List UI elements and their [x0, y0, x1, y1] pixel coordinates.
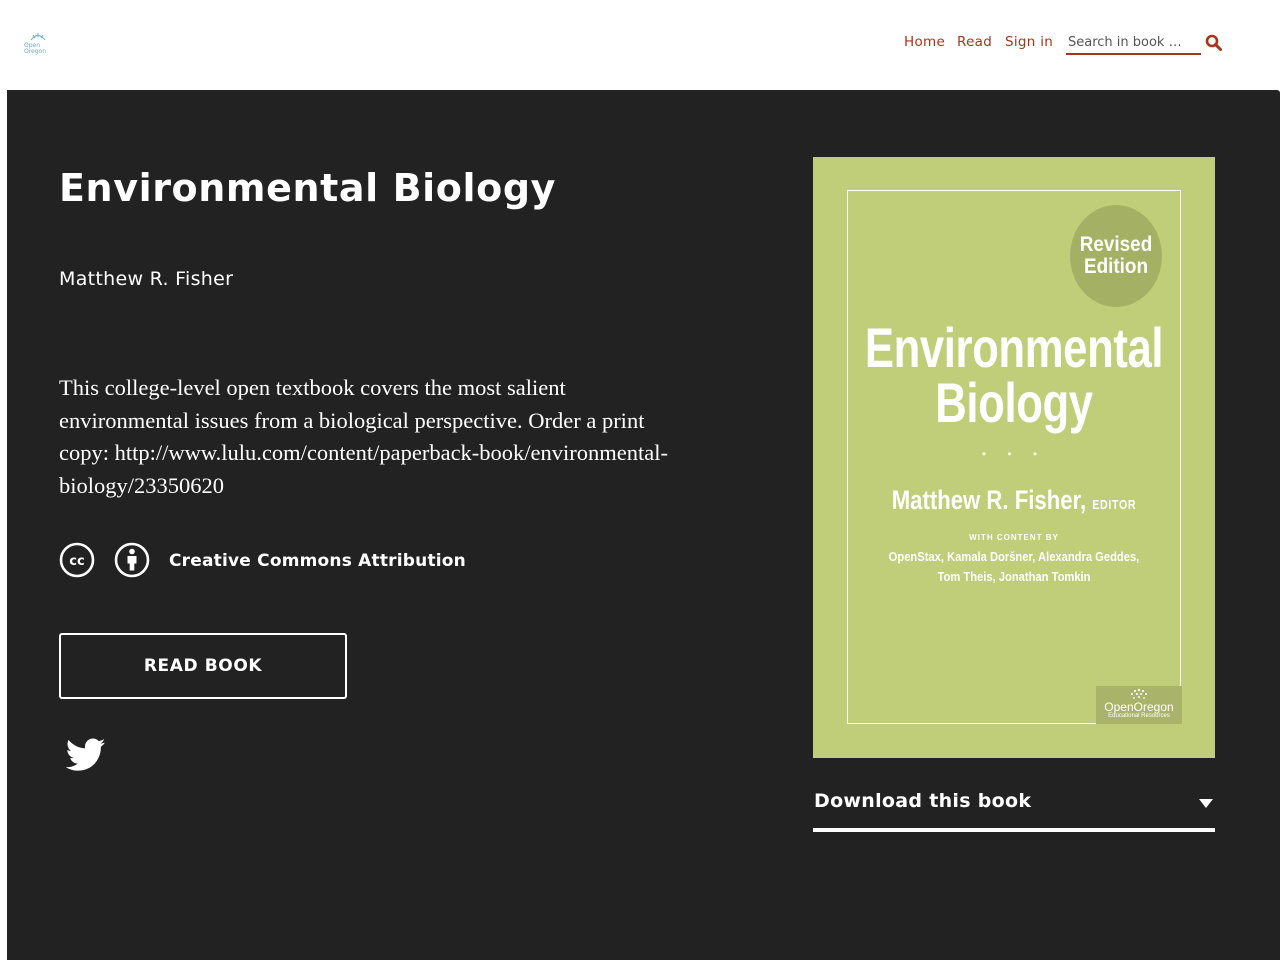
- twitter-icon[interactable]: [65, 738, 106, 772]
- cover-editor-name: Matthew R. Fisher,: [891, 485, 1087, 515]
- cover-contributors-line: OpenStax, Kamala Doršner, Alexandra Gedd…: [888, 549, 1140, 564]
- download-book-dropdown[interactable]: Download this book: [813, 786, 1215, 832]
- cover-title-line: Environmental: [864, 316, 1164, 379]
- book-description: This college-level open textbook covers …: [59, 375, 669, 498]
- book-cover: Revised Edition Environmental Biology • …: [813, 157, 1215, 758]
- revised-edition-badge: Revised Edition: [1070, 205, 1162, 307]
- read-book-button[interactable]: READ BOOK: [59, 633, 347, 699]
- license-label: Creative Commons Attribution: [169, 551, 466, 571]
- cover-editor: Matthew R. Fisher, EDITOR: [849, 485, 1179, 516]
- attribution-icon: [114, 542, 150, 578]
- search-input[interactable]: [1066, 31, 1201, 53]
- book-author: Matthew R. Fisher: [59, 268, 234, 290]
- publisher-name: OpenOregon: [1104, 700, 1174, 714]
- nav-sign-in-link[interactable]: Sign in: [1005, 34, 1053, 50]
- cover-title: Environmental Biology: [857, 316, 1171, 434]
- page-margin: [0, 90, 7, 960]
- cover-with-content: WITH CONTENT BY: [969, 533, 1059, 542]
- cover-editor-role: EDITOR: [1092, 497, 1137, 512]
- publisher-logo: OpenOregon Educational Resources: [1096, 686, 1182, 724]
- badge-line: Revised: [1079, 233, 1153, 256]
- cover-contributors-line: Tom Theis, Jonathan Tomkin: [937, 569, 1091, 584]
- publisher-subtitle: Educational Resources: [1108, 713, 1170, 719]
- download-label: Download this book: [814, 790, 1032, 812]
- svg-text:cc: cc: [69, 554, 84, 569]
- site-header: Open Oregon Home Read Sign in: [0, 0, 1280, 90]
- caret-down-icon: [1198, 796, 1214, 808]
- open-oregon-logo-icon[interactable]: Open Oregon: [22, 31, 54, 55]
- cover-contributors: OpenStax, Kamala Doršner, Alexandra Gedd…: [885, 547, 1143, 587]
- cc-icon: cc: [59, 542, 95, 578]
- search-icon[interactable]: [1205, 34, 1223, 52]
- cover-title-line: Biology: [935, 371, 1093, 434]
- badge-line: Edition: [1083, 255, 1149, 278]
- nav-read-link[interactable]: Read: [957, 34, 992, 50]
- svg-text:Oregon: Oregon: [24, 48, 46, 55]
- cover-dots: • • •: [981, 447, 1047, 461]
- search-field: [1066, 31, 1201, 55]
- nav-home-link[interactable]: Home: [904, 34, 945, 50]
- book-title: Environmental Biology: [59, 166, 556, 210]
